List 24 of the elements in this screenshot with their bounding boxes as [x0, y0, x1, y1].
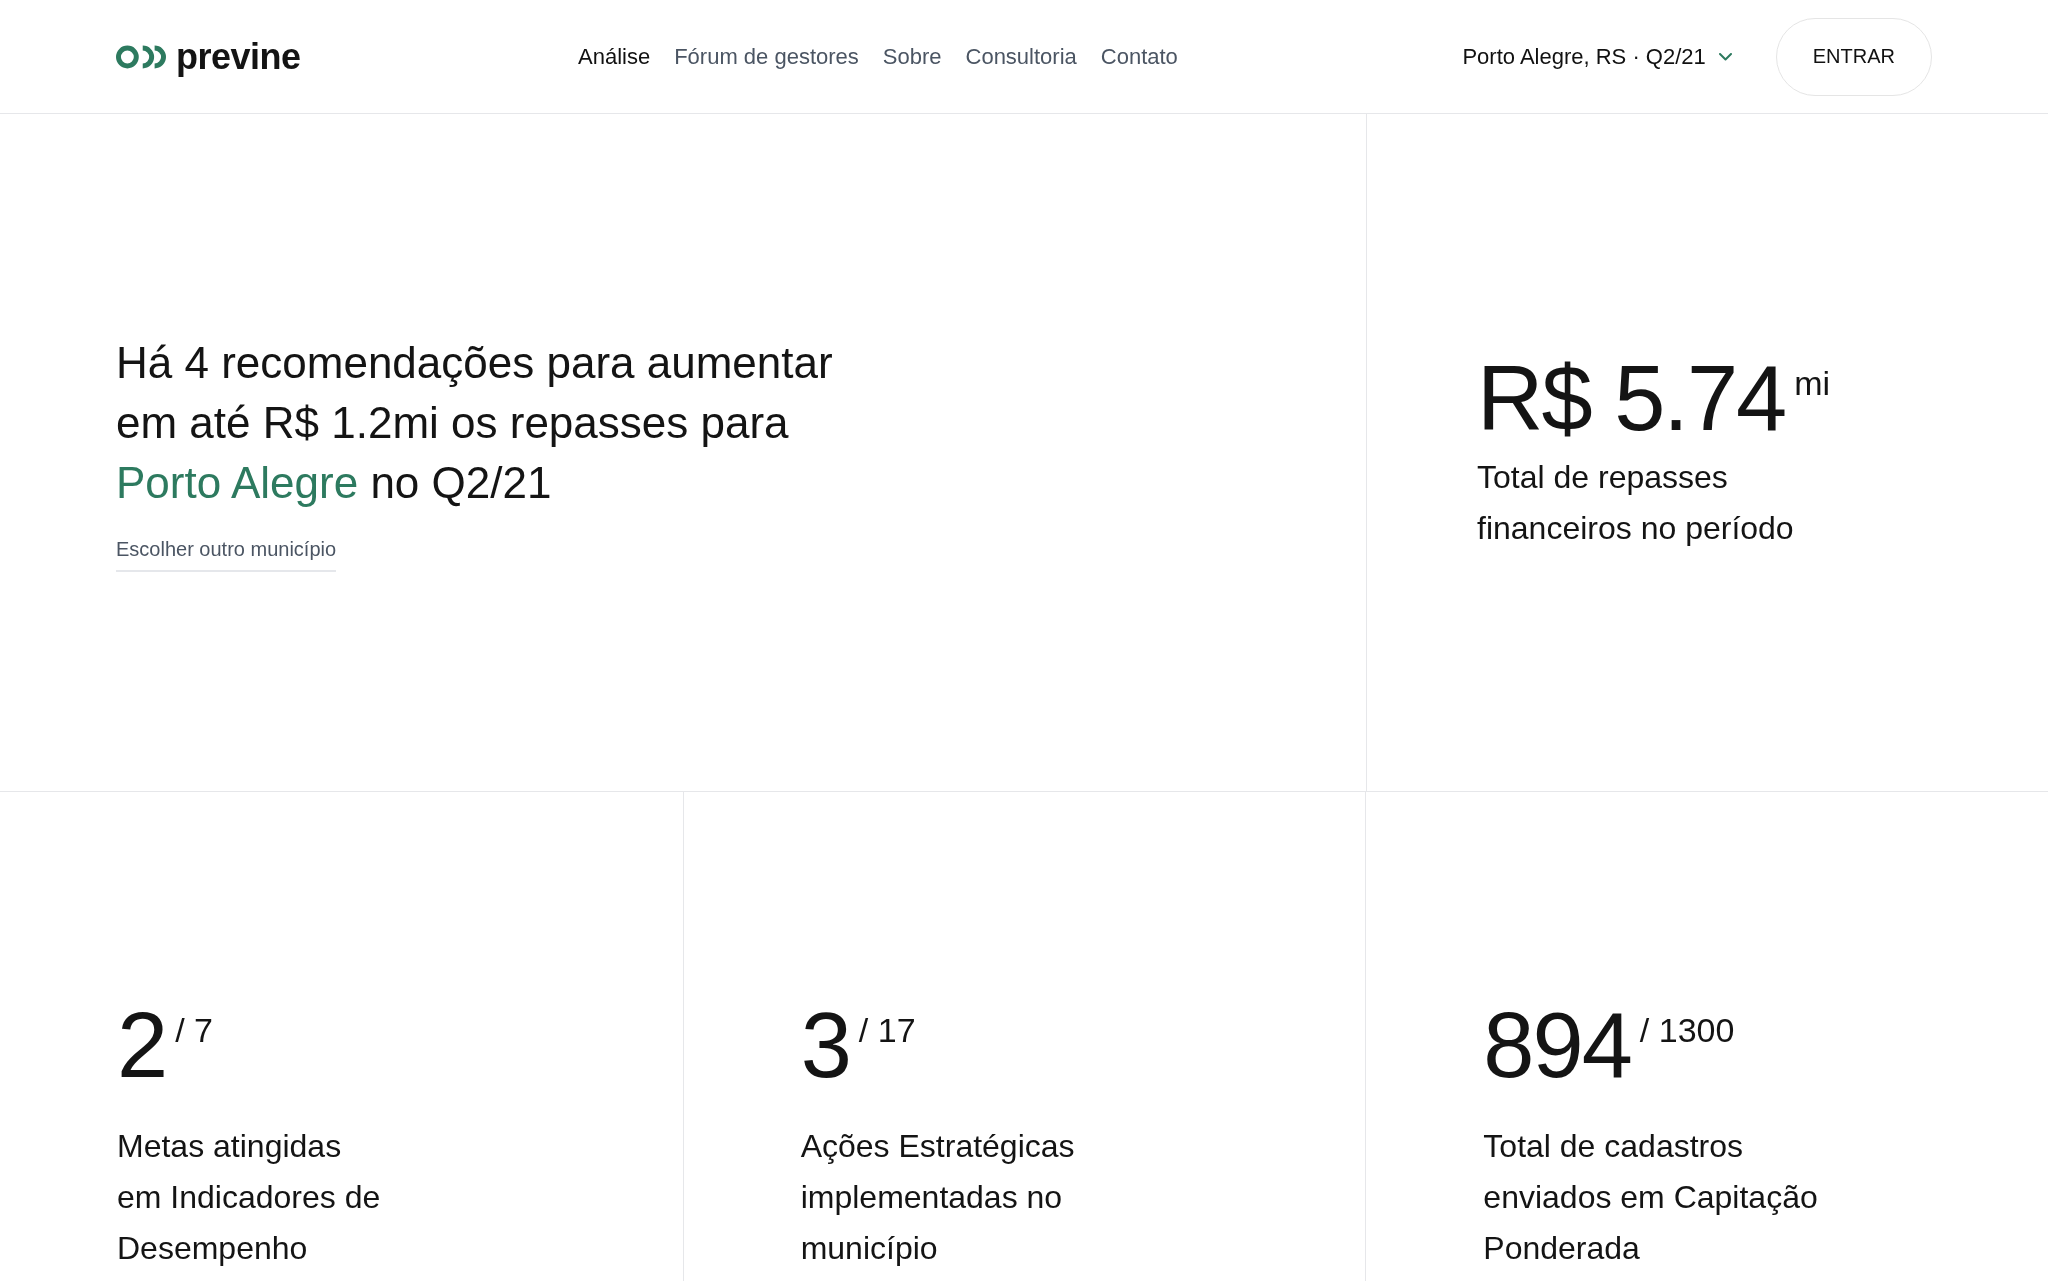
- login-button[interactable]: ENTRAR: [1775, 17, 1932, 96]
- stat-label: Metas atingidas em Indicadores de Desempenho: [117, 1127, 382, 1268]
- headline: Há 4 recomendações para aumentar em até R$ 1.2mi os repasses para Porto Alegre no Q2/21: [116, 337, 833, 509]
- nav-link[interactable]: Consultoria: [965, 42, 1077, 71]
- nav-link[interactable]: Sobre: [882, 42, 942, 71]
- nav-link[interactable]: Fórum de gestores: [674, 42, 859, 71]
- stat-value: 2: [117, 999, 167, 1091]
- stat-value: 894: [1483, 999, 1631, 1091]
- nav-link[interactable]: Análise: [578, 42, 651, 71]
- logo-icon: [116, 43, 166, 70]
- stat-value: 3: [800, 999, 850, 1091]
- value-unit: mi: [1794, 365, 1831, 400]
- brand-name[interactable]: previne: [176, 38, 301, 75]
- nav-link[interactable]: Contato: [1100, 42, 1178, 71]
- total-value: R$ 5.74: [1477, 351, 1786, 444]
- stat-total: / 7: [175, 1013, 213, 1047]
- chevron-down-icon: [1718, 52, 1732, 61]
- location-selector[interactable]: Porto Alegre, RS · Q2/21: [1462, 42, 1732, 71]
- stat-total: / 17: [858, 1013, 916, 1047]
- stat-label: Total de repasses financeiros no período: [1477, 457, 1795, 548]
- stat-label: Ações Estratégicas implementadas no município: [800, 1127, 1076, 1268]
- change-municipality-link[interactable]: Escolher outro município: [116, 535, 337, 572]
- stat-label: Total de cadastros enviados em Capitação Ponderada: [1483, 1127, 1819, 1268]
- stat-total: / 1300: [1639, 1013, 1735, 1047]
